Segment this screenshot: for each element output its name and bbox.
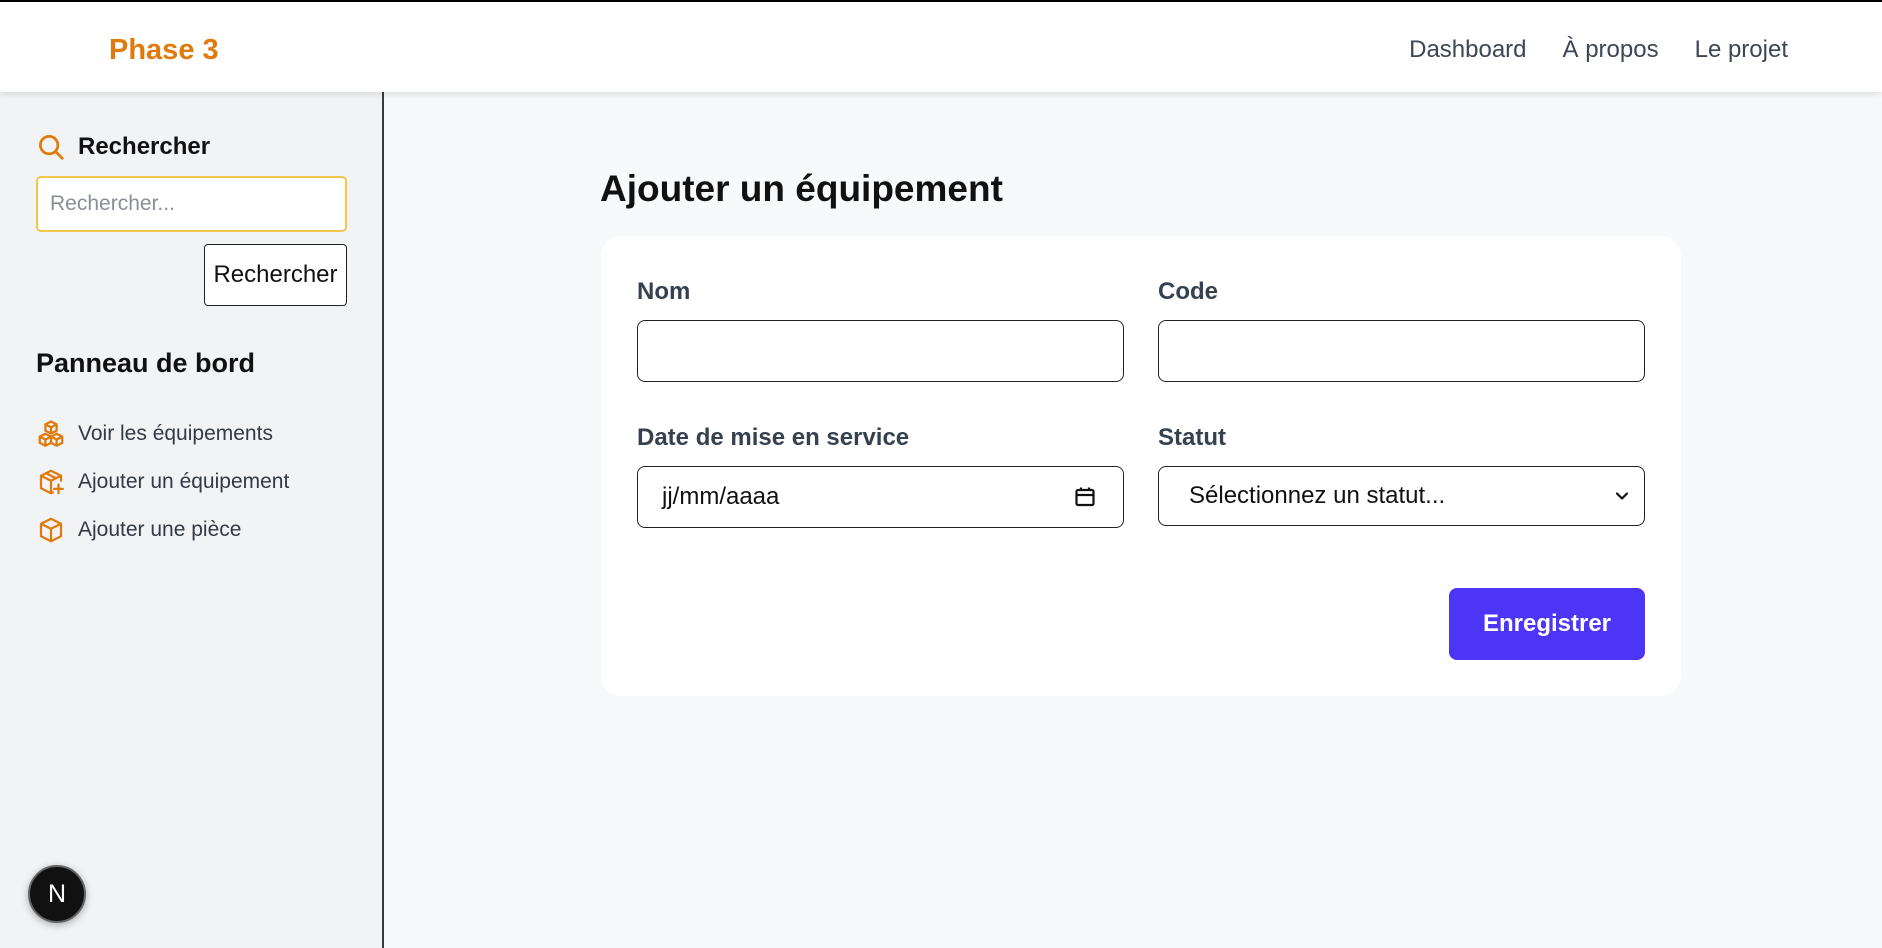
date-label: Date de mise en service <box>637 424 910 451</box>
sidebar-item-ajouter-equipement[interactable]: Ajouter un équipement <box>36 458 289 506</box>
save-button[interactable]: Enregistrer <box>1449 588 1645 660</box>
sidebar-item-label: Ajouter une pièce <box>78 518 242 541</box>
statut-select[interactable]: Sélectionnez un statut... <box>1158 466 1645 526</box>
sidebar: Rechercher Rechercher Panneau de bord Vo… <box>0 92 384 948</box>
brand-logo[interactable]: Phase 3 <box>109 34 219 67</box>
search-button[interactable]: Rechercher <box>204 244 347 306</box>
package-plus-icon <box>39 469 64 495</box>
sidebar-item-label: Ajouter un équipement <box>78 470 290 493</box>
date-placeholder: jj/mm/aaaa <box>662 483 780 510</box>
main-nav: Dashboard À propos Le projet <box>1409 36 1788 64</box>
boxes-icon <box>38 420 64 447</box>
page-title: Ajouter un équipement <box>600 168 1003 209</box>
statut-selected: Sélectionnez un statut... <box>1189 482 1446 509</box>
code-input[interactable] <box>1158 320 1645 382</box>
search-input[interactable] <box>36 176 347 232</box>
sidebar-item-ajouter-piece[interactable]: Ajouter une pièce <box>36 506 289 554</box>
nav-link-a-propos[interactable]: À propos <box>1563 36 1659 64</box>
equipment-form: Nom Code Date de mise en service jj/mm/a… <box>601 236 1681 696</box>
nav-link-le-projet[interactable]: Le projet <box>1695 36 1788 64</box>
top-navbar: Phase 3 Dashboard À propos Le projet <box>0 0 1882 92</box>
code-label: Code <box>1158 278 1218 305</box>
chevron-down-icon <box>1615 492 1629 500</box>
statut-label: Statut <box>1158 424 1226 451</box>
sidebar-menu: Voir les équipements Ajouter un équipeme… <box>36 410 289 554</box>
sidebar-item-label: Voir les équipements <box>78 422 273 445</box>
nav-link-dashboard[interactable]: Dashboard <box>1409 36 1526 64</box>
nom-label: Nom <box>637 278 691 305</box>
box-icon <box>39 517 63 543</box>
search-icon <box>39 135 64 160</box>
nom-input[interactable] <box>637 320 1124 382</box>
search-heading: Rechercher <box>36 132 210 162</box>
search-title: Rechercher <box>78 133 211 160</box>
date-input[interactable]: jj/mm/aaaa <box>637 466 1124 528</box>
panel-title: Panneau de bord <box>36 348 256 378</box>
sidebar-item-voir-equipements[interactable]: Voir les équipements <box>36 410 289 458</box>
calendar-icon[interactable] <box>1073 485 1097 509</box>
nextjs-dev-badge[interactable]: N <box>28 865 86 923</box>
